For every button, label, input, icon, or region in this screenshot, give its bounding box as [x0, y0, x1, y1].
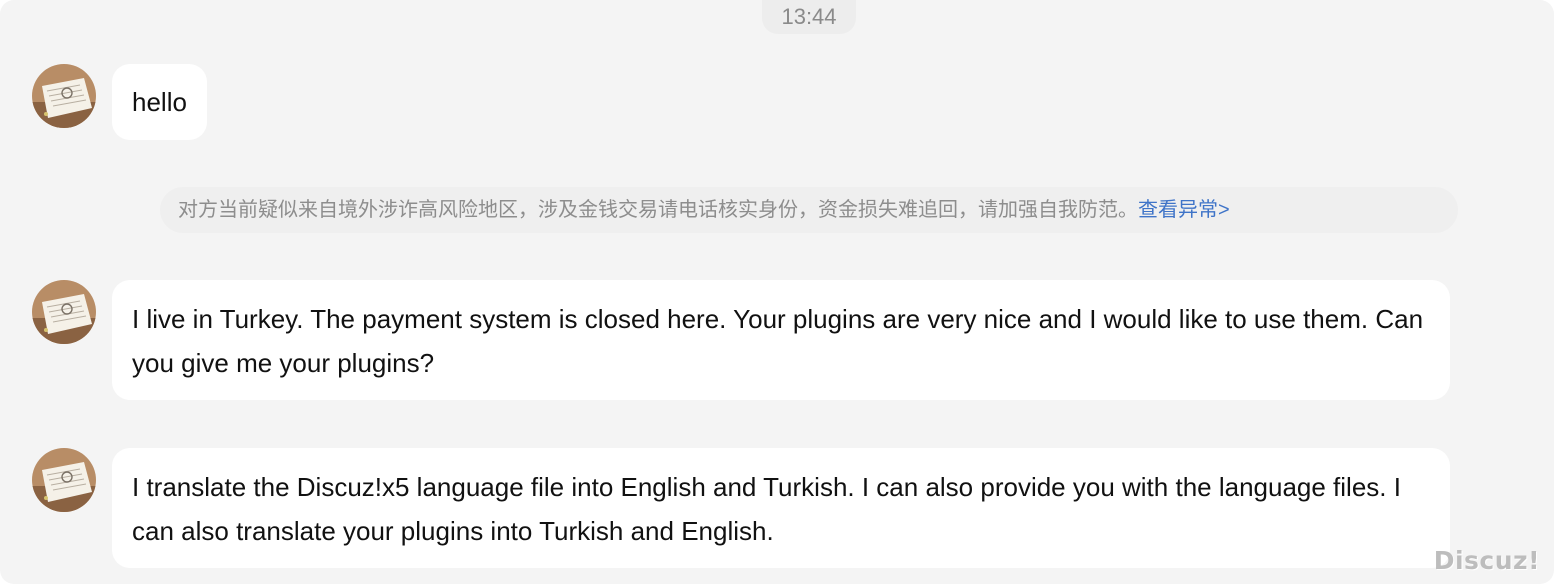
risk-notice-text: 对方当前疑似来自境外涉诈高风险地区，涉及金钱交易请电话核实身份，资金损失难追回，…: [178, 199, 1138, 221]
message-text: I translate the Discuz!x5 language file …: [132, 472, 1401, 546]
message-timestamp: 13:44: [762, 0, 856, 34]
user-avatar-icon: [32, 448, 96, 512]
discuz-watermark: Discuz!: [1433, 546, 1540, 575]
message-text: hello: [132, 87, 187, 117]
message-bubble-1[interactable]: hello: [112, 64, 207, 140]
contact-avatar[interactable]: [32, 280, 96, 344]
chat-window: 13:44 hello 对方当前疑似来自境外涉诈高风险地区，涉及金钱交易请电话核…: [0, 0, 1554, 584]
risk-notice: 对方当前疑似来自境外涉诈高风险地区，涉及金钱交易请电话核实身份，资金损失难追回，…: [160, 187, 1458, 233]
message-bubble-3[interactable]: I translate the Discuz!x5 language file …: [112, 448, 1450, 568]
message-text: I live in Turkey. The payment system is …: [132, 304, 1424, 378]
user-avatar-icon: [32, 280, 96, 344]
contact-avatar[interactable]: [32, 448, 96, 512]
contact-avatar[interactable]: [32, 64, 96, 128]
user-avatar-icon: [32, 64, 96, 128]
message-bubble-2[interactable]: I live in Turkey. The payment system is …: [112, 280, 1450, 400]
view-anomaly-link[interactable]: 查看异常>: [1138, 199, 1230, 221]
